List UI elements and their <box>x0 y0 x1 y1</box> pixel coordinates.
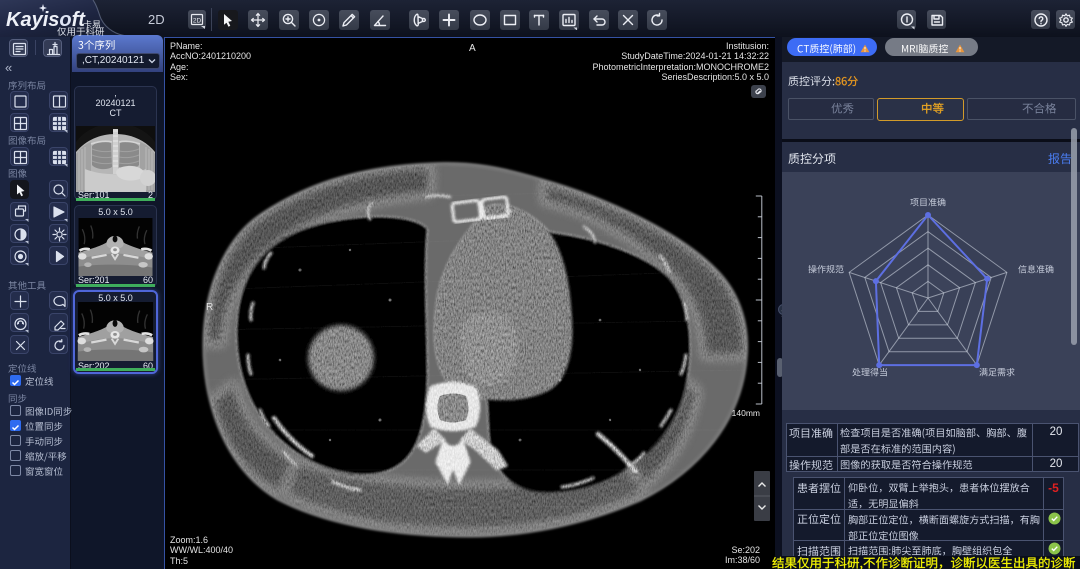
svg-text:2D: 2D <box>193 18 202 25</box>
